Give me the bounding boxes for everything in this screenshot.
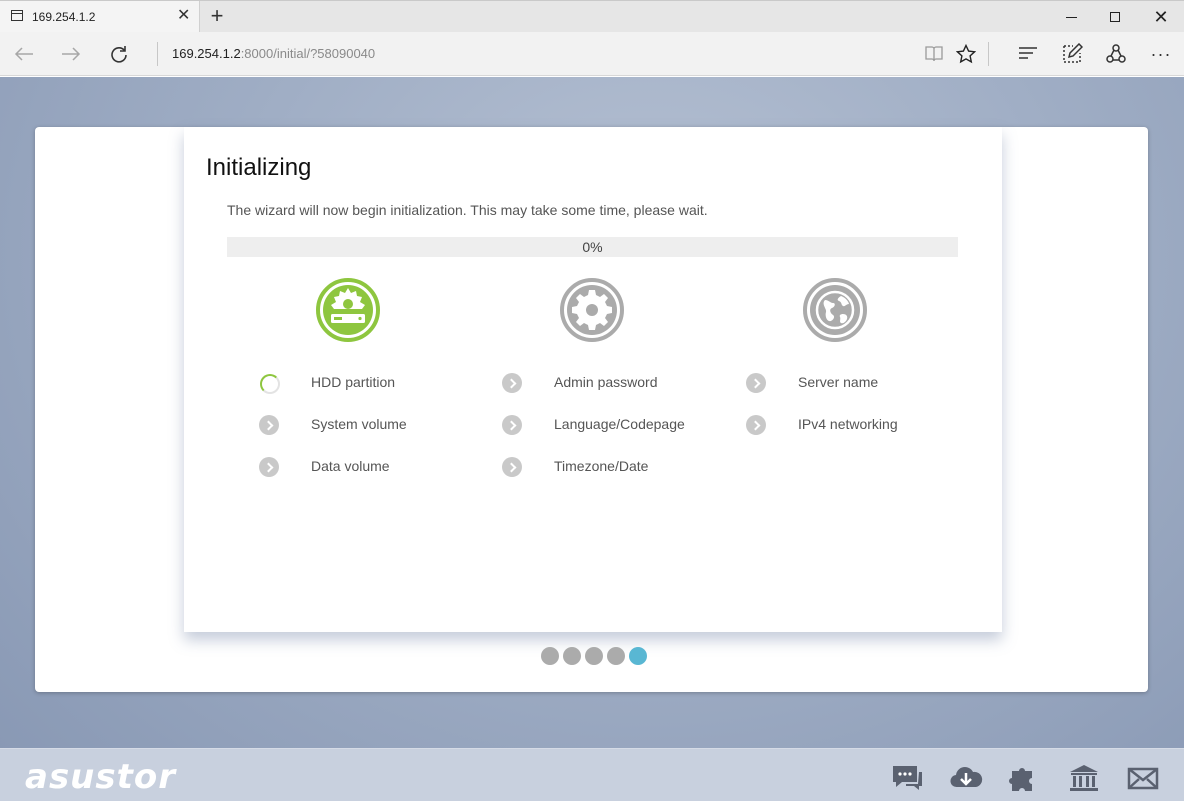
address-path: :8000/initial/?58090040 [240, 46, 376, 61]
chevron-right-icon [259, 457, 279, 477]
chevron-right-icon [746, 415, 766, 435]
book-icon [925, 46, 943, 62]
refresh-icon [111, 46, 127, 63]
hub-button[interactable] [1016, 42, 1040, 66]
tab-title: 169.254.1.2 [32, 10, 96, 24]
hdd-gear-icon [316, 278, 380, 342]
web-note-button[interactable] [1060, 42, 1084, 66]
page-icon [11, 10, 23, 21]
pager-dot [563, 647, 581, 665]
pager-dot [607, 647, 625, 665]
gear-icon [560, 278, 624, 342]
more-button[interactable]: ··· [1149, 42, 1173, 66]
favorite-button[interactable] [954, 42, 978, 66]
chevron-right-icon [502, 415, 522, 435]
task-label: Server name [798, 374, 879, 390]
back-button[interactable] [12, 42, 36, 66]
share-button[interactable] [1104, 42, 1128, 66]
forward-button[interactable] [59, 42, 83, 66]
share-icon [1106, 44, 1126, 63]
globe-icon [803, 278, 867, 342]
address-divider [157, 42, 158, 66]
loading-spinner-icon [260, 374, 280, 394]
chevron-right-icon [259, 415, 279, 435]
reading-view-button[interactable] [922, 42, 946, 66]
wizard-pager [541, 647, 647, 665]
footer-bar: asustor [0, 748, 1184, 801]
cloud-download-icon[interactable] [949, 763, 983, 793]
pager-dot [629, 647, 647, 665]
close-window-button[interactable]: ✕ [1138, 1, 1184, 33]
chevron-right-icon [502, 457, 522, 477]
mail-icon[interactable] [1126, 763, 1160, 793]
address-host: 169.254.1.2 [172, 46, 241, 61]
new-tab-button[interactable]: + [206, 4, 228, 28]
task-label: Data volume [311, 458, 390, 474]
task-label: System volume [311, 416, 407, 432]
asustor-logo: asustor [25, 757, 177, 797]
pager-dot [541, 647, 559, 665]
task-label: HDD partition [311, 374, 396, 390]
browser-tab[interactable]: 169.254.1.2 ✕ [0, 1, 200, 33]
chevron-right-icon [502, 373, 522, 393]
toolbar-divider [988, 42, 989, 66]
page-title: Initializing [206, 154, 312, 181]
chevron-right-icon [746, 373, 766, 393]
minimize-button[interactable] [1048, 1, 1094, 33]
refresh-button[interactable] [107, 42, 131, 66]
maximize-icon [1110, 12, 1120, 22]
browser-nav-bar: 169.254.1.2:8000/initial/?58090040 ··· [0, 32, 1184, 76]
wizard-description: The wizard will now begin initialization… [227, 202, 708, 218]
address-bar[interactable]: 169.254.1.2:8000/initial/?58090040 [172, 46, 375, 61]
pager-dot [585, 647, 603, 665]
task-label: Admin password [554, 374, 658, 390]
task-label: IPv4 networking [798, 416, 898, 432]
arrow-right-icon [62, 47, 81, 61]
hub-icon [1019, 47, 1037, 59]
tab-close-icon[interactable]: ✕ [177, 7, 190, 25]
browser-tab-bar: 169.254.1.2 ✕ + ✕ [0, 0, 1184, 33]
bank-icon[interactable] [1067, 763, 1101, 793]
pen-icon [1063, 43, 1083, 63]
task-label: Timezone/Date [554, 458, 649, 474]
chat-icon[interactable] [890, 763, 924, 793]
minimize-icon [1065, 16, 1077, 18]
puzzle-icon[interactable] [1008, 763, 1042, 793]
page-viewport: Initializing The wizard will now begin i… [0, 77, 1184, 801]
progress-label: 0% [582, 239, 603, 255]
wizard-card: Initializing The wizard will now begin i… [35, 127, 1148, 692]
task-label: Language/Codepage [554, 416, 685, 432]
arrow-left-icon [14, 47, 33, 61]
progress-bar: 0% [227, 237, 958, 257]
maximize-button[interactable] [1092, 1, 1138, 33]
star-icon [956, 44, 976, 64]
